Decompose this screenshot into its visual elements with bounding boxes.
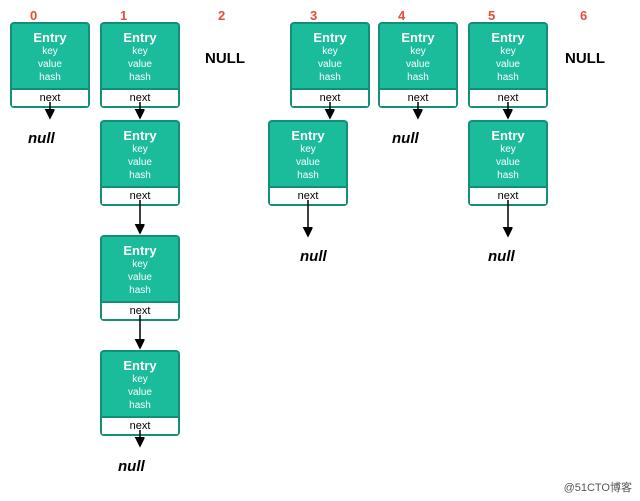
- index-5: 5: [488, 8, 495, 23]
- null-chain-5-1: null: [488, 248, 515, 265]
- null-final: null: [118, 458, 145, 475]
- entry-1-chain1: Entry key value hash next: [100, 120, 180, 206]
- entry-1: Entry key value hash next: [100, 22, 180, 108]
- entry-1-chain3: Entry key value hash next: [100, 350, 180, 436]
- entry-0: Entry key value hash next: [10, 22, 90, 108]
- null-chain-3-1: null: [300, 248, 327, 265]
- index-1: 1: [120, 8, 127, 23]
- diagram: 0 1 2 3 4 5 6 Entry key value hash next …: [0, 0, 640, 501]
- null-chain-4: null: [392, 130, 419, 147]
- entry-3-chain1: Entry key value hash next: [268, 120, 348, 206]
- index-3: 3: [310, 8, 317, 23]
- null-2: NULL: [205, 50, 245, 67]
- entry-3: Entry key value hash next: [290, 22, 370, 108]
- index-4: 4: [398, 8, 405, 23]
- null-6: NULL: [565, 50, 605, 67]
- null-chain-0: null: [28, 130, 55, 147]
- entry-1-chain2: Entry key value hash next: [100, 235, 180, 321]
- index-2: 2: [218, 8, 225, 23]
- index-6: 6: [580, 8, 587, 23]
- watermark: @51CTO博客: [564, 479, 632, 495]
- entry-4: Entry key value hash next: [378, 22, 458, 108]
- index-0: 0: [30, 8, 37, 23]
- entry-5-chain1: Entry key value hash next: [468, 120, 548, 206]
- entry-5: Entry key value hash next: [468, 22, 548, 108]
